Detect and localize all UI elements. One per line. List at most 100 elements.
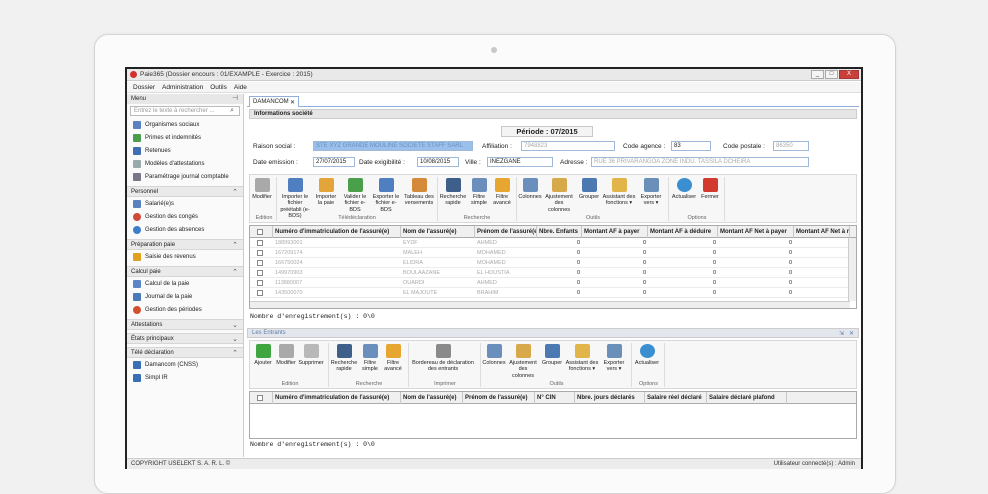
sidebar-item-modeles[interactable]: Modèles d'attestations [127, 157, 243, 170]
table-row[interactable]: 167209174 MALEH MOHAMED 0 0 0 0 [250, 248, 850, 258]
col-nom[interactable]: Nom de l'assuré(e) [401, 392, 463, 404]
maximize-button[interactable]: □ [825, 70, 838, 79]
sidebar-item-journal[interactable]: Journal de la paie [127, 290, 243, 303]
filtre-simple-entrants-button[interactable]: Filtre simple [359, 344, 381, 373]
sidebar-item-parametrage[interactable]: Paramétrage journal comptable [127, 170, 243, 183]
col-prenom[interactable]: Prénom de l'assuré(e) [475, 226, 537, 238]
actualiser-button[interactable]: Actualiser [670, 178, 698, 200]
ville-field[interactable]: INEZGANE [487, 157, 553, 167]
sidebar-item-periodes[interactable]: Gestion des périodes [127, 303, 243, 316]
col-prenom[interactable]: Prénom de l'assuré(e) [463, 392, 535, 404]
fermer-button[interactable]: Fermer [699, 178, 721, 200]
exporter-vers-button[interactable]: Exporter vers ▾ [637, 178, 665, 207]
sidebar-item-damancom[interactable]: Damancom (CNSS) [127, 358, 243, 371]
vertical-scrollbar[interactable] [848, 238, 856, 301]
table-row[interactable]: 149970903 BOULAAZANE EL HOUSTIA 0 0 0 0 [250, 268, 850, 278]
date-emission-field[interactable]: 27/07/2015 [313, 157, 355, 167]
adresse-field[interactable]: RUE 36 PRIVARANGOA ZONE INDU. TASSILA DC… [591, 157, 809, 167]
valider-fichier-button[interactable]: Valider le fichier e-BDS [341, 178, 369, 213]
ajustement-colonnes-button[interactable]: Ajustement des colonnes [543, 178, 575, 213]
col-af-deduire[interactable]: Montant AF à déduire [648, 226, 718, 238]
col-nom[interactable]: Nom de l'assuré(e) [401, 226, 475, 238]
select-all-checkbox[interactable] [250, 226, 273, 238]
modifier-button[interactable]: Modifier [252, 178, 272, 200]
row-checkbox[interactable] [257, 280, 263, 286]
close-window-button[interactable]: X [839, 70, 859, 79]
table-row[interactable]: 113880007 OUARDI AHMED 0 0 0 0 [250, 278, 850, 288]
minimize-button[interactable]: _ [811, 70, 824, 79]
date-exigibilite-field[interactable]: 10/08/2015 [417, 157, 459, 167]
row-checkbox[interactable] [257, 290, 263, 296]
row-checkbox[interactable] [257, 240, 263, 246]
table-row[interactable]: 188993001 EYDF AHMED 0 0 0 0 [250, 238, 850, 248]
col-salaire-plafond[interactable]: Salaire déclaré plafond [707, 392, 787, 404]
modifier-entrant-button[interactable]: Modifier [275, 344, 297, 366]
exporter-fichier-button[interactable]: Exporter le fichier e-BDS [371, 178, 401, 213]
colonnes-button[interactable]: Colonnes [518, 178, 542, 200]
group-etats-principaux[interactable]: États principaux ⌄ [127, 333, 243, 344]
pin-icon[interactable]: ⇲ [839, 330, 844, 337]
col-salaire-reel[interactable]: Salaire réel déclaré [645, 392, 707, 404]
importer-paie-button[interactable]: Importer la paie [313, 178, 339, 207]
sidebar-search-input[interactable]: Entrez le texte à rechercher ... ⌕ [130, 106, 240, 116]
sidebar-item-retenues[interactable]: Retenues [127, 144, 243, 157]
group-attestations[interactable]: Attestations ⌄ [127, 319, 243, 330]
sidebar-item-absences[interactable]: Gestion des absences [127, 223, 243, 236]
sidebar-item-simpl-ir[interactable]: Simpl IR [127, 371, 243, 384]
menu-aide[interactable]: Aide [234, 84, 247, 91]
group-calcul-paie[interactable]: Calcul paie ⌃ [127, 266, 243, 277]
row-checkbox[interactable] [257, 250, 263, 256]
col-immatriculation[interactable]: Numéro d'immatriculation de l'assuré(e) [273, 392, 401, 404]
raison-field[interactable]: STE XYZ GRANDE MOULINE SOCIETE STAFF SAR… [313, 141, 473, 151]
sidebar-item-primes[interactable]: Primes et indemnités [127, 131, 243, 144]
grouper-entrants-button[interactable]: Grouper [540, 344, 564, 366]
bordereau-button[interactable]: Bordereau de déclaration des entrants [410, 344, 476, 373]
colonnes-entrants-button[interactable]: Colonnes [482, 344, 506, 366]
col-af-net-payer[interactable]: Montant AF Net à payer [718, 226, 794, 238]
menu-dossier[interactable]: Dossier [133, 84, 155, 91]
horizontal-scrollbar[interactable] [250, 301, 850, 308]
col-af-net-rev[interactable]: Montant AF Net à rev [794, 226, 850, 238]
tab-damancom[interactable]: DAMANCOM ✕ [249, 96, 299, 107]
supprimer-button[interactable]: Supprimer [298, 344, 324, 366]
code-agence-field[interactable]: 83 [671, 141, 711, 151]
select-all-checkbox[interactable] [250, 392, 273, 404]
sidebar-item-organismes[interactable]: Organismes sociaux [127, 118, 243, 131]
ajustement-entrants-button[interactable]: Ajustement des colonnes [507, 344, 539, 379]
grouper-button[interactable]: Grouper [577, 178, 601, 200]
filtre-avance-button[interactable]: Filtre avancé [491, 178, 513, 207]
filtre-simple-button[interactable]: Filtre simple [468, 178, 490, 207]
recherche-rapide-button[interactable]: Recherche rapide [439, 178, 467, 207]
group-tele-declaration[interactable]: Télé déclaration ⌃ [127, 347, 243, 358]
sidebar-item-calcul[interactable]: Calcul de la paie [127, 277, 243, 290]
group-personnel[interactable]: Personnel ⌃ [127, 186, 243, 197]
actualiser-entrants-button[interactable]: Actualiser [633, 344, 661, 366]
sidebar-item-saisie-revenus[interactable]: Saisie des revenus [127, 250, 243, 263]
ajouter-button[interactable]: Ajouter [252, 344, 274, 366]
col-immatriculation[interactable]: Numéro d'immatriculation de l'assuré(e) [273, 226, 401, 238]
pin-icon[interactable]: ⊣ [232, 94, 238, 102]
sidebar-item-salaries[interactable]: Salarié(e)s [127, 197, 243, 210]
group-preparation-paie[interactable]: Préparation paie ⌃ [127, 239, 243, 250]
close-tab-icon[interactable]: ✕ [290, 99, 295, 106]
tableau-versements-button[interactable]: Tableau des versements [403, 178, 435, 207]
table-row[interactable]: 166750024 ELIDRA MOHAMED 0 0 0 0 [250, 258, 850, 268]
importer-fichier-button[interactable]: Importer le fichier préétabli (e-BDS) [278, 178, 312, 219]
assistant-fonctions-button[interactable]: Assistant des fonctions ▾ [602, 178, 636, 207]
row-checkbox[interactable] [257, 260, 263, 266]
col-cin[interactable]: N° CIN [535, 392, 575, 404]
sidebar-item-conges[interactable]: Gestion des congés [127, 210, 243, 223]
exporter-entrants-button[interactable]: Exporter vers ▾ [600, 344, 628, 373]
assistant-entrants-button[interactable]: Assistant des fonctions ▾ [565, 344, 599, 373]
search-icon[interactable]: ⌕ [230, 107, 234, 115]
menu-outils[interactable]: Outils [210, 84, 227, 91]
filtre-avance-entrants-button[interactable]: Filtre avancé [382, 344, 404, 373]
affiliation-field[interactable]: 7948823 [521, 141, 615, 151]
col-enfants[interactable]: Nbre. Enfants [537, 226, 582, 238]
row-checkbox[interactable] [257, 270, 263, 276]
col-jours[interactable]: Nbre. jours déclarés [575, 392, 645, 404]
recherche-rapide-entrants-button[interactable]: Recherche rapide [330, 344, 358, 373]
menu-administration[interactable]: Administration [162, 84, 203, 91]
col-af-payer[interactable]: Montant AF à payer [582, 226, 648, 238]
code-postal-field[interactable]: 86350 [773, 141, 809, 151]
